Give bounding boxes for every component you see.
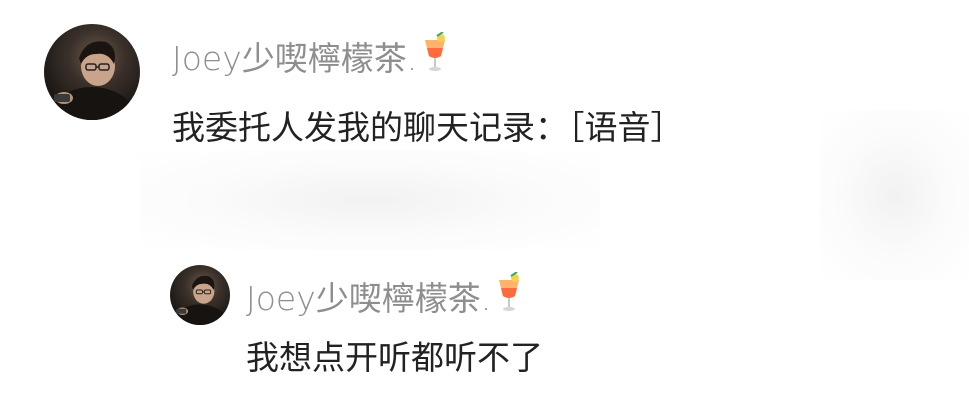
cocktail-icon	[421, 31, 449, 80]
username[interactable]: Joey少喫檸檬茶.	[246, 271, 523, 320]
comment-text: 我想点开听都听不了	[246, 338, 543, 377]
cocktail-icon	[495, 271, 523, 320]
comment-text: 我委托人发我的聊天记录：［语音］	[172, 108, 684, 147]
username-text: Joey少喫檸檬茶.	[172, 39, 418, 78]
comment-item[interactable]: Joey少喫檸檬茶. 我委托人发我的聊天记录：［语音］	[0, 0, 969, 250]
username[interactable]: Joey少喫檸檬茶.	[172, 31, 449, 80]
reply-item[interactable]: Joey少喫檸檬茶. 我想点开听都听不了	[0, 250, 969, 405]
username-text: Joey少喫檸檬茶.	[246, 279, 492, 318]
avatar[interactable]	[170, 265, 230, 325]
avatar[interactable]	[44, 24, 140, 120]
